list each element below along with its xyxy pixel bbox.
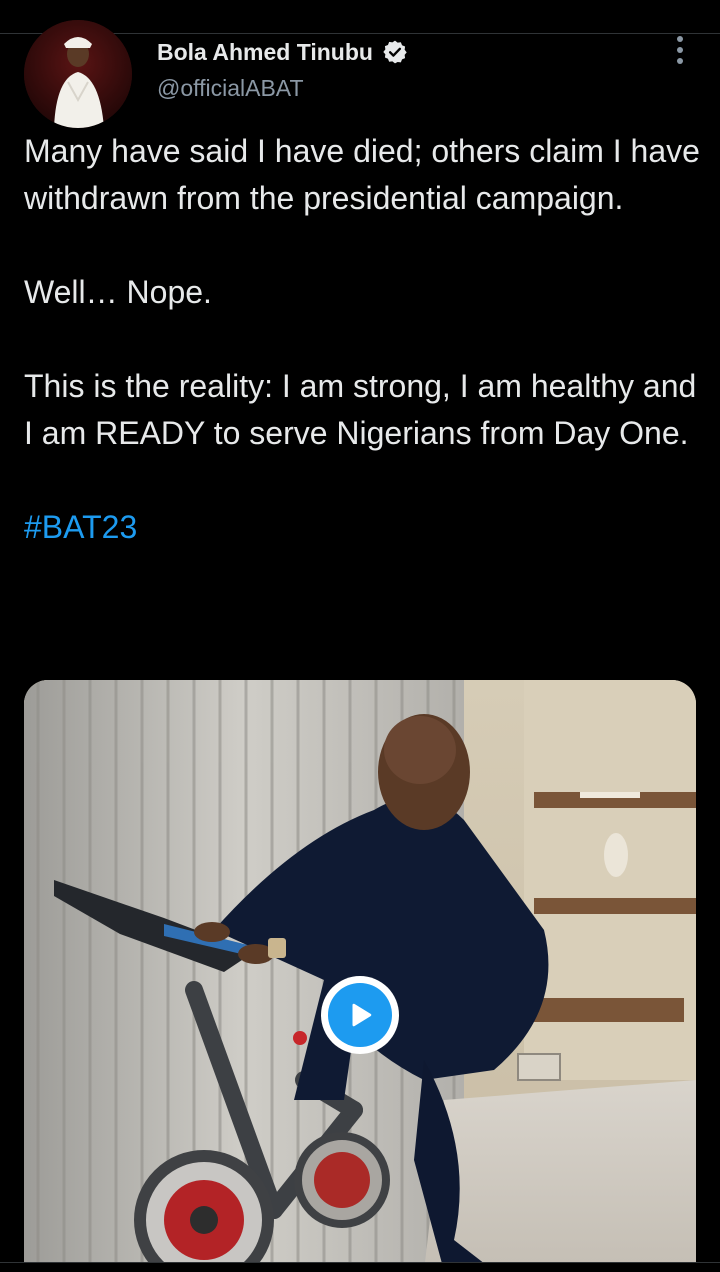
more-dot xyxy=(677,58,683,64)
hashtag-link[interactable]: #BAT23 xyxy=(24,504,704,551)
tweet-paragraph: Well… Nope. xyxy=(24,274,212,310)
tweet-paragraph: Many have said I have died; others claim… xyxy=(24,133,700,216)
author-name-row[interactable]: Bola Ahmed Tinubu xyxy=(157,36,408,68)
play-button-circle xyxy=(328,983,392,1047)
tweet-paragraph: This is the reality: I am strong, I am h… xyxy=(24,368,697,451)
more-options-button[interactable] xyxy=(665,34,695,66)
avatar[interactable] xyxy=(24,20,132,128)
play-icon xyxy=(352,1003,372,1027)
author-display-name[interactable]: Bola Ahmed Tinubu xyxy=(157,39,373,66)
tweet-text: Many have said I have died; others claim… xyxy=(24,128,704,551)
more-dot xyxy=(677,47,683,53)
verified-badge-icon xyxy=(382,39,408,65)
avatar-image xyxy=(24,20,132,128)
play-button[interactable] xyxy=(321,976,399,1054)
more-vertical-icon xyxy=(677,36,683,42)
author-handle[interactable]: @officialABAT xyxy=(157,75,304,102)
